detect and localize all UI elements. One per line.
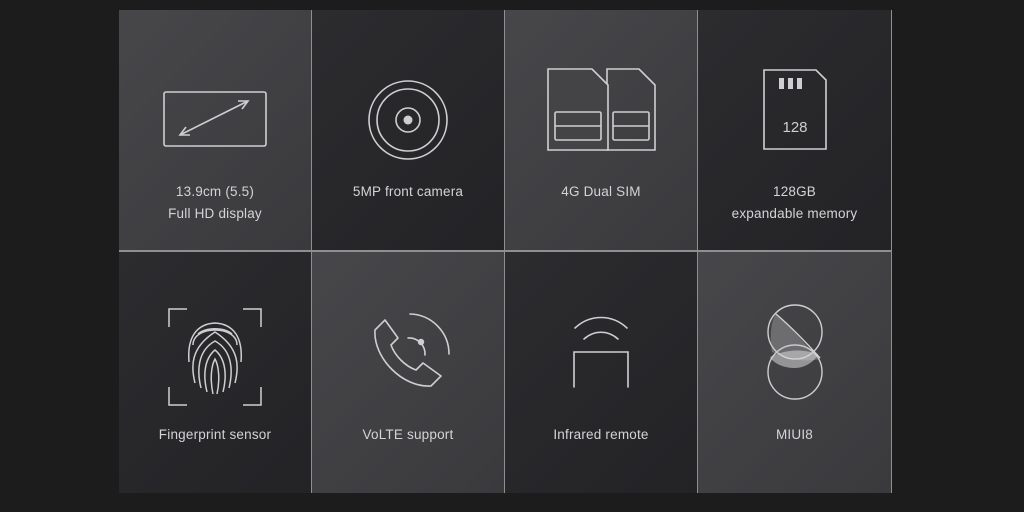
feature-tile-dual-sim: 4G Dual SIM — [505, 10, 697, 250]
feature-caption-line: MIUI8 — [775, 427, 813, 442]
infrared-icon — [505, 302, 697, 412]
feature-caption: MIUI8 — [698, 424, 891, 446]
feature-tile-camera: 5MP front camera — [312, 10, 504, 250]
feature-caption-line: expandable memory — [731, 206, 858, 221]
volte-phone-icon — [312, 302, 504, 412]
fingerprint-icon — [119, 302, 311, 412]
feature-caption-line: VoLTE support — [362, 427, 454, 442]
memory-card-icon: 128 — [698, 65, 891, 175]
feature-caption: VoLTE support — [312, 424, 504, 446]
feature-caption: Infrared remote — [505, 424, 697, 446]
miui-logo-icon — [698, 302, 891, 412]
feature-caption-line: Infrared remote — [553, 427, 649, 442]
feature-tile-display: 13.9cm (5.5) Full HD display — [119, 10, 311, 250]
feature-tile-volte: VoLTE support — [312, 252, 504, 493]
camera-lens-icon — [312, 65, 504, 175]
feature-tile-fingerprint: Fingerprint sensor — [119, 252, 311, 493]
feature-tile-miui: MIUI8 — [698, 252, 891, 493]
feature-caption-line: 13.9cm (5.5) — [175, 184, 255, 199]
feature-caption-line: Full HD display — [168, 206, 262, 221]
feature-caption-line: 128GB — [772, 184, 817, 199]
feature-caption-line: 4G Dual SIM — [561, 184, 641, 199]
feature-caption-line: 5MP front camera — [352, 184, 464, 199]
feature-grid: 13.9cm (5.5) Full HD display 5MP front c… — [119, 10, 892, 493]
feature-caption: Fingerprint sensor — [119, 424, 311, 446]
feature-caption: 13.9cm (5.5) Full HD display — [119, 181, 311, 225]
dual-sim-icon — [505, 65, 697, 175]
feature-caption: 5MP front camera — [312, 181, 504, 203]
feature-caption-line: Fingerprint sensor — [158, 427, 272, 442]
feature-tile-infrared: Infrared remote — [505, 252, 697, 493]
feature-tile-memory: 128 128GB expandable memory — [698, 10, 891, 250]
display-diagonal-icon — [119, 65, 311, 175]
memory-card-label: 128 — [782, 119, 807, 136]
feature-caption: 128GB expandable memory — [698, 181, 891, 225]
feature-caption: 4G Dual SIM — [505, 181, 697, 203]
